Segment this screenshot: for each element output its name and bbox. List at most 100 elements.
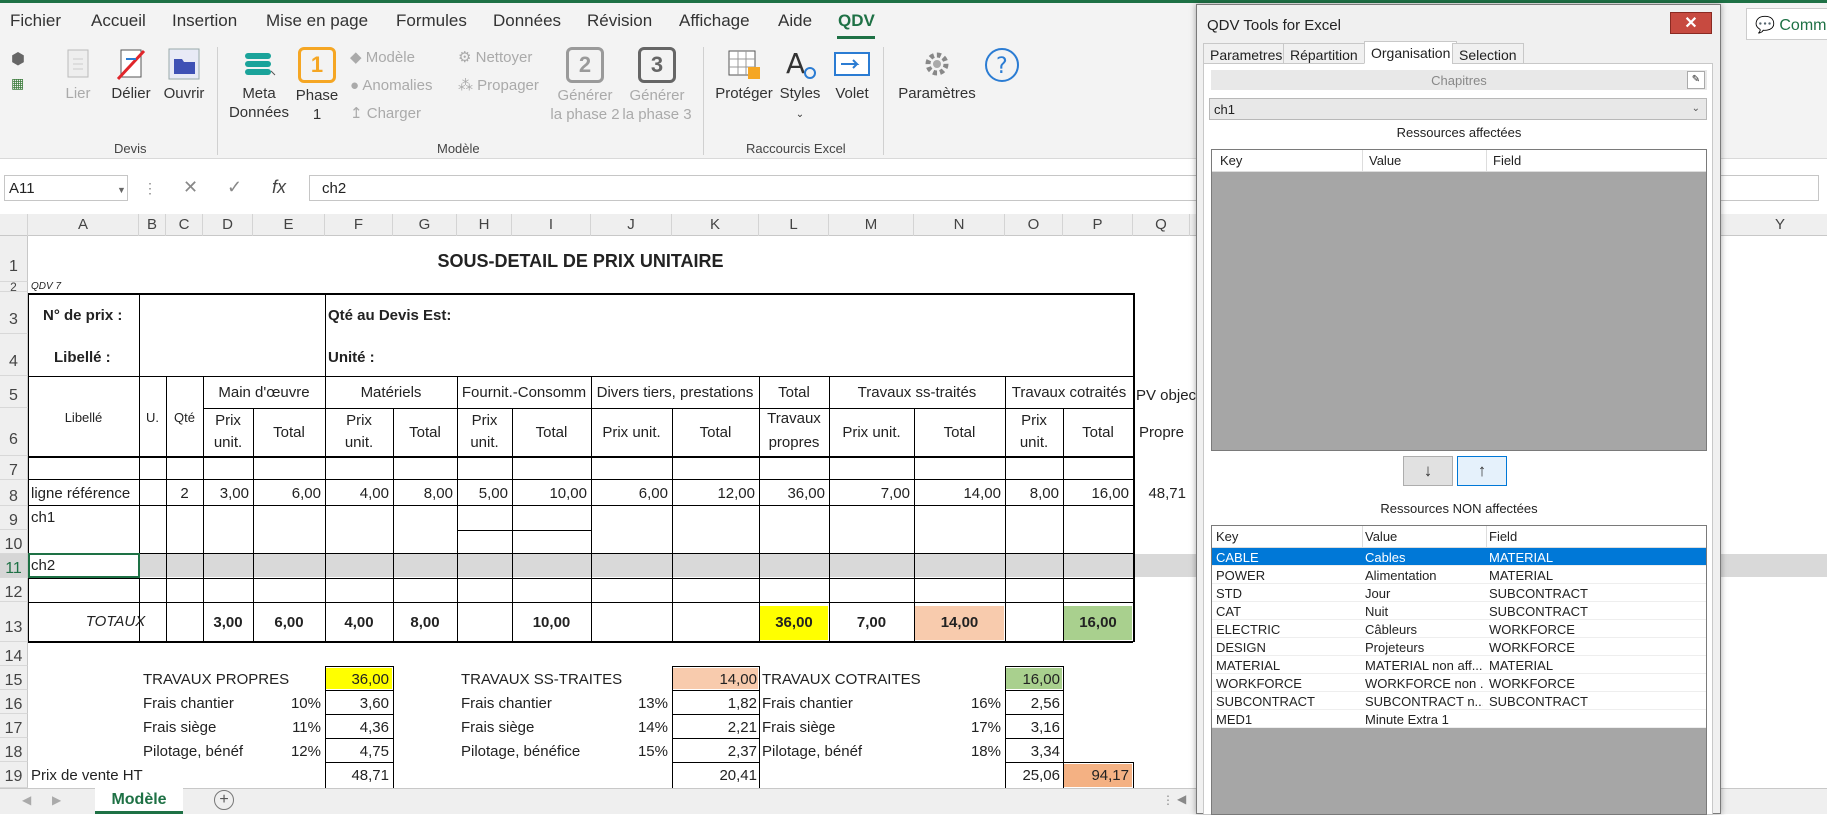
total-value[interactable]: 7,00: [829, 613, 914, 632]
row-header[interactable]: 10: [0, 530, 28, 554]
sheet-title[interactable]: SOUS-DETAIL DE PRIX UNITAIRE: [28, 252, 1133, 271]
prix-label[interactable]: Prix: [457, 411, 512, 430]
meta-donnees-button[interactable]: Meta Données: [228, 47, 290, 122]
volet-button[interactable]: Volet: [829, 47, 875, 103]
key-column-header[interactable]: Key: [1220, 153, 1242, 168]
prix-label[interactable]: Prix: [203, 411, 253, 430]
charger-button[interactable]: ↥ Charger: [350, 105, 421, 123]
row-header[interactable]: 19: [0, 762, 28, 788]
column-header[interactable]: N: [914, 214, 1005, 236]
total-value[interactable]: 10,00: [512, 613, 591, 632]
frais-chantier-label[interactable]: Frais chantier: [461, 694, 552, 713]
unit-label[interactable]: unit.: [325, 433, 393, 452]
proteger-button[interactable]: Protéger: [713, 47, 775, 103]
scroll-right-icon[interactable]: ▶: [52, 793, 61, 807]
lier-button[interactable]: Lier: [58, 47, 98, 103]
menu-accueil[interactable]: Accueil: [91, 11, 146, 31]
resource-row[interactable]: WORKFORCE WORKFORCE non ... WORKFORCE: [1212, 674, 1706, 692]
row-header[interactable]: 1: [0, 236, 28, 282]
column-header[interactable]: E: [253, 214, 325, 236]
column-header[interactable]: D: [203, 214, 253, 236]
parametres-button[interactable]: Paramètres: [897, 47, 977, 103]
row-header[interactable]: 14: [0, 642, 28, 666]
row-header[interactable]: 2: [0, 282, 28, 292]
unassigned-resources-list[interactable]: Key Value Field CABLE Cables MATERIAL POWER…: [1211, 525, 1707, 815]
comments-button[interactable]: 💬 Comm: [1746, 8, 1827, 40]
qdv-version[interactable]: QDV 7: [31, 277, 61, 296]
row-header[interactable]: 15: [0, 666, 28, 690]
row-header[interactable]: 4: [0, 334, 28, 376]
row8-qte[interactable]: 2: [166, 484, 203, 503]
propre-header[interactable]: Propre: [1133, 423, 1190, 442]
resource-row[interactable]: MATERIAL MATERIAL non aff... MATERIAL: [1212, 656, 1706, 674]
resource-row[interactable]: SUBCONTRACT SUBCONTRACT n... SUBCONTRACT: [1212, 692, 1706, 710]
tp-pct[interactable]: 10%: [253, 694, 321, 713]
menu-revision[interactable]: Révision: [587, 11, 652, 31]
scroll-left-icon[interactable]: ◀: [1177, 792, 1186, 806]
row8-value[interactable]: 5,00: [457, 484, 508, 503]
total-col-header[interactable]: Total: [1063, 423, 1133, 442]
pv-objectif-header[interactable]: PV objec: [1136, 386, 1196, 405]
tab-repartition[interactable]: Répartition: [1283, 43, 1365, 64]
travaux-header[interactable]: Travaux: [759, 409, 829, 428]
resource-row[interactable]: ELECTRIC Câbleurs WORKFORCE: [1212, 620, 1706, 638]
pv-value[interactable]: 48,71: [325, 766, 389, 785]
n-prix-label[interactable]: N° de prix :: [43, 306, 122, 325]
row-header[interactable]: 3: [0, 292, 28, 334]
column-header[interactable]: Q: [1133, 214, 1190, 236]
fournit-header[interactable]: Fournit.-Consomm: [457, 383, 591, 402]
ts-pct[interactable]: 13%: [591, 694, 668, 713]
tc-val[interactable]: 3,16: [1005, 718, 1060, 737]
total-col-header[interactable]: Total: [512, 423, 591, 442]
pilotage-label[interactable]: Pilotage, bénéf: [762, 742, 862, 761]
resource-row[interactable]: POWER Alimentation MATERIAL: [1212, 566, 1706, 584]
pv-value[interactable]: 20,41: [672, 766, 757, 785]
prix-unit-header[interactable]: Prix unit.: [591, 423, 672, 442]
menu-affichage[interactable]: Affichage: [679, 11, 750, 31]
pilotage-label[interactable]: Pilotage, bénéfice: [461, 742, 591, 761]
propager-button[interactable]: ⁂ Propager: [458, 77, 539, 95]
menu-formules[interactable]: Formules: [396, 11, 467, 31]
unit-label[interactable]: unit.: [1005, 433, 1063, 452]
menu-aide[interactable]: Aide: [778, 11, 812, 31]
field-column-header[interactable]: Field: [1493, 153, 1521, 168]
total-col-header[interactable]: Total: [393, 423, 457, 442]
travaux-propres-value[interactable]: 36,00: [325, 670, 389, 689]
resource-row[interactable]: DESIGN Projeteurs WORKFORCE: [1212, 638, 1706, 656]
row8-value[interactable]: 8,00: [393, 484, 453, 503]
name-box[interactable]: A11 ▼: [4, 175, 128, 201]
column-header[interactable]: L: [759, 214, 829, 236]
menu-fichier[interactable]: Fichier: [10, 11, 61, 31]
row8-value[interactable]: 4,00: [325, 484, 389, 503]
column-header[interactable]: J: [591, 214, 672, 236]
row8-value[interactable]: 12,00: [672, 484, 755, 503]
menu-insertion[interactable]: Insertion: [172, 11, 237, 31]
materiels-header[interactable]: Matériels: [325, 383, 457, 402]
ss-traites-header[interactable]: Travaux ss-traités: [829, 383, 1005, 402]
tc-val[interactable]: 2,56: [1005, 694, 1060, 713]
total-value[interactable]: 3,00: [203, 613, 253, 632]
total-value[interactable]: 8,00: [393, 613, 457, 632]
menu-donnees[interactable]: Données: [493, 11, 561, 31]
column-header[interactable]: I: [512, 214, 591, 236]
prix-unit-header[interactable]: Prix unit.: [829, 423, 914, 442]
close-button[interactable]: ✕: [1670, 12, 1712, 34]
cotraites-header[interactable]: Travaux cotraités: [1005, 383, 1133, 402]
prix-label[interactable]: Prix: [1005, 411, 1063, 430]
ts-pct[interactable]: 14%: [591, 718, 668, 737]
value-column-header[interactable]: Value: [1369, 153, 1401, 168]
active-cell[interactable]: [28, 553, 140, 578]
row8-value[interactable]: 6,00: [253, 484, 321, 503]
delier-button[interactable]: Délier: [108, 47, 154, 103]
field-column-header[interactable]: Field: [1489, 529, 1517, 544]
total-col-header[interactable]: Total: [672, 423, 759, 442]
tp-val[interactable]: 4,75: [325, 742, 389, 761]
frais-siege-label[interactable]: Frais siège: [143, 718, 216, 737]
unite-label[interactable]: Unité :: [328, 348, 375, 367]
column-header[interactable]: M: [829, 214, 914, 236]
row8-value[interactable]: 7,00: [829, 484, 910, 503]
ts-val[interactable]: 1,82: [672, 694, 757, 713]
column-header[interactable]: C: [166, 214, 203, 236]
row-header[interactable]: 12: [0, 578, 28, 602]
row-header[interactable]: 18: [0, 738, 28, 762]
